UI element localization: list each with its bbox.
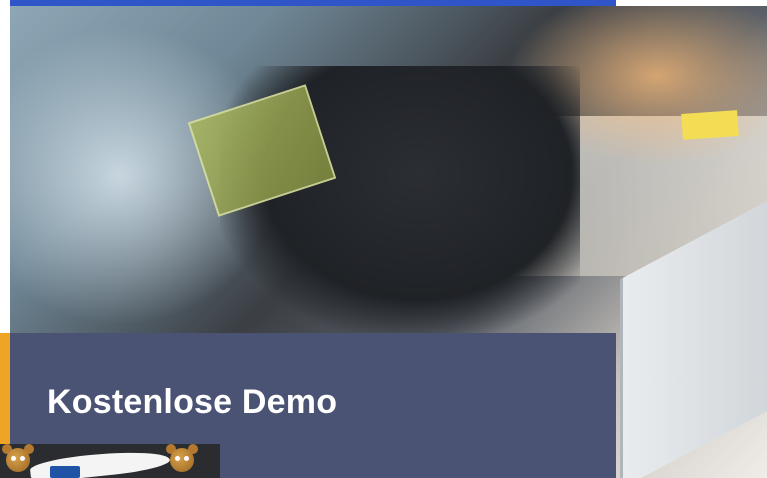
mascot-thumbnail[interactable] xyxy=(0,444,220,478)
blue-badge xyxy=(50,466,80,478)
hero-sticky-note xyxy=(681,110,739,140)
mascot-icon xyxy=(164,444,200,478)
demo-title[interactable]: Kostenlose Demo xyxy=(47,383,337,422)
